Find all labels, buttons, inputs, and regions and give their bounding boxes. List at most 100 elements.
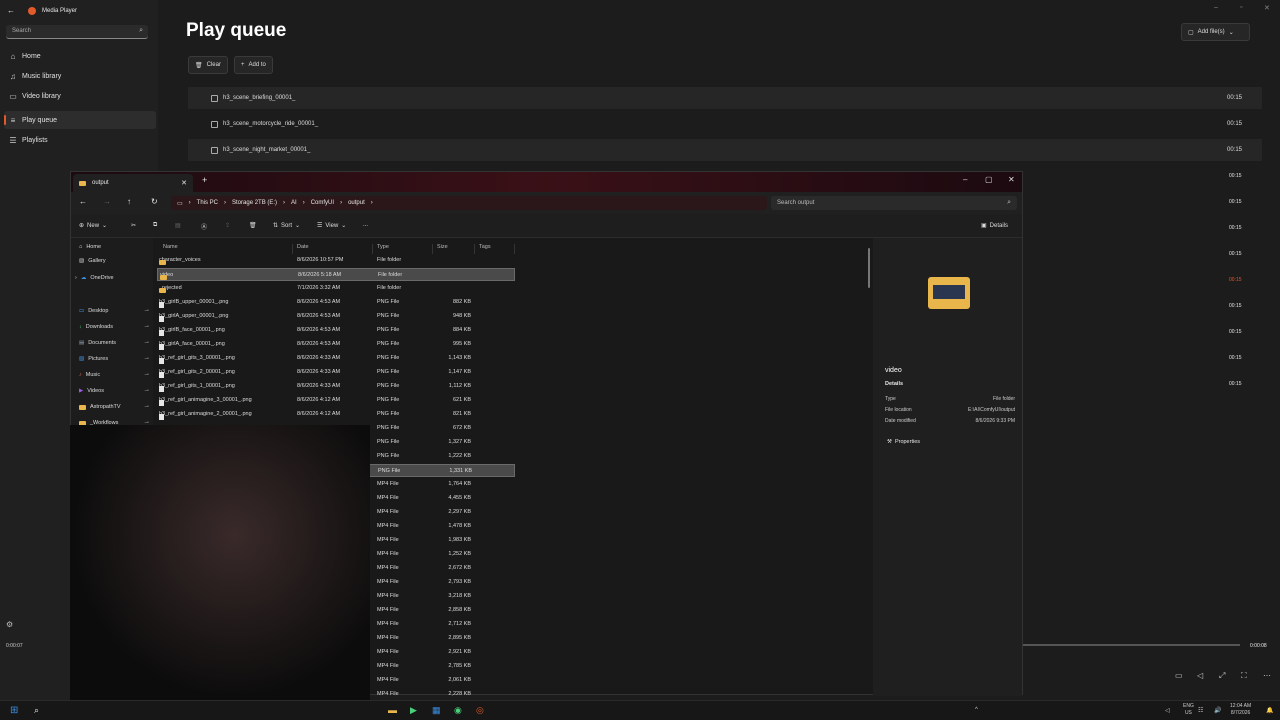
refresh-icon[interactable]: ↻ xyxy=(151,197,158,206)
details-button[interactable]: ▣ Details xyxy=(981,222,1008,230)
add-files-button[interactable]: ▢ Add file(s) ⌄ xyxy=(1181,23,1250,41)
speaker-icon[interactable]: 🔊 xyxy=(1214,707,1221,714)
file-icon xyxy=(159,372,164,378)
cast-icon[interactable]: ⤢ xyxy=(1219,671,1225,681)
file-row[interactable]: h3_girlA_upper_00001_.png 8/6/2026 4:53 A… xyxy=(157,310,515,323)
column-header-tags[interactable]: Tags xyxy=(475,244,515,254)
file-row[interactable]: h3_ref_girl_animagine_3_00001_.png 8/6/20… xyxy=(157,394,515,407)
file-explorer-icon[interactable]: ▬ xyxy=(388,705,397,715)
nav-video-library[interactable]: ▭ Video library xyxy=(4,87,156,105)
network-icon[interactable]: ☷ xyxy=(1198,707,1203,714)
app-icon[interactable]: ▦ xyxy=(432,705,441,716)
file-size: 1,147 KB xyxy=(448,369,471,375)
file-row[interactable]: h3_girlB_face_00001_.png 8/6/2026 4:53 AM… xyxy=(157,324,515,337)
fullscreen-icon[interactable]: ⛶ xyxy=(1241,671,1247,681)
volume-tray-icon[interactable]: ◁ xyxy=(1165,707,1170,714)
nav-videos[interactable]: ▶ Videos ⊸ xyxy=(79,388,149,394)
browser-icon[interactable]: ◉ xyxy=(454,705,462,716)
settings-icon[interactable]: ⚙ xyxy=(6,620,13,629)
checkbox[interactable] xyxy=(211,120,218,128)
breadcrumb[interactable]: ▭ › This PC › Storage 2TB (E:) › AI › ComfyU… xyxy=(171,196,767,210)
properties-button[interactable]: ⚒ Properties xyxy=(887,436,920,448)
file-row[interactable]: h3_girlB_upper_00001_.png 8/6/2026 4:53 A… xyxy=(157,296,515,309)
nav-home[interactable]: ⌂ Home xyxy=(4,47,156,65)
queue-row[interactable]: h3_scene_motorcycle_ride_00001_ 00:15 xyxy=(188,113,1262,135)
tab-output[interactable]: output ✕ xyxy=(73,174,193,192)
column-header-type[interactable]: Type xyxy=(373,244,433,254)
close-tab-icon[interactable]: ✕ xyxy=(181,179,187,187)
minimize-icon[interactable]: – xyxy=(1214,4,1218,11)
back-arrow-icon[interactable]: ← xyxy=(7,6,15,15)
crumb[interactable]: ComfyUI xyxy=(311,200,334,206)
copy-icon[interactable]: ⧉ xyxy=(153,222,157,229)
nav-home[interactable]: ⌂ Home xyxy=(79,244,149,250)
queue-row[interactable]: h3_scene_briefing_00001_ 00:15 xyxy=(188,87,1262,109)
file-row[interactable]: h3_ref_girl_gits_1_00001_.png 8/6/2026 4:… xyxy=(157,380,515,393)
rename-icon[interactable]: Ⓐ xyxy=(201,222,207,231)
scrollbar-thumb[interactable] xyxy=(868,248,870,288)
crumb[interactable]: AI xyxy=(291,200,297,206)
share-icon[interactable]: ⇪ xyxy=(225,222,230,229)
file-row[interactable]: h3_ref_girl_gits_2_00001_.png 8/6/2026 4:… xyxy=(157,366,515,379)
nav-music[interactable]: ♪ Music ⊸ xyxy=(79,372,149,378)
search-input[interactable]: Search output ⌕ xyxy=(771,196,1017,210)
clock[interactable]: 12:04 AM 8/7/2026 xyxy=(1230,703,1251,717)
column-header-date[interactable]: Date xyxy=(293,244,373,254)
language-indicator[interactable]: ENG US xyxy=(1183,703,1194,717)
paste-icon[interactable]: ▤ xyxy=(175,222,181,229)
nav-playlists[interactable]: ☰ Playlists xyxy=(4,131,156,149)
folder-row[interactable]: video 8/6/2026 5:18 AM File folder xyxy=(157,268,515,281)
nav-play-queue[interactable]: ≡ Play queue xyxy=(4,111,156,129)
tray-overflow-icon[interactable]: ^ xyxy=(975,707,978,713)
nav-pictures[interactable]: ▨ Pictures ⊸ xyxy=(79,356,149,362)
queue-row[interactable]: h3_scene_night_market_00001_ 00:15 xyxy=(188,139,1262,161)
column-header-name[interactable]: Name xyxy=(159,244,293,254)
clear-button[interactable]: 🗑 Clear xyxy=(188,56,228,74)
nav-desktop[interactable]: ▭ Desktop ⊸ xyxy=(79,308,149,314)
nav-downloads[interactable]: ↓ Downloads ⊸ xyxy=(79,324,149,330)
up-icon[interactable]: ↑ xyxy=(127,197,131,206)
more-options-icon[interactable]: ⋯ xyxy=(1263,671,1271,680)
nav-documents[interactable]: ▤ Documents ⊸ xyxy=(79,340,149,346)
crumb[interactable]: output xyxy=(348,200,365,206)
close-icon[interactable]: ✕ xyxy=(1008,175,1015,184)
nav-music-library[interactable]: ♫ Music library xyxy=(4,67,156,85)
notification-icon[interactable]: 🔔 xyxy=(1266,707,1273,714)
file-row[interactable]: h3_ref_girl_gits_3_00001_.png 8/6/2026 4:… xyxy=(157,352,515,365)
search-input[interactable]: Search ⌕ xyxy=(6,25,148,39)
crumb[interactable]: This PC xyxy=(197,200,218,206)
close-icon[interactable]: ✕ xyxy=(1264,4,1270,12)
more-icon[interactable]: ... xyxy=(363,222,368,228)
checkbox[interactable] xyxy=(211,94,218,102)
new-button[interactable]: ⊕ New ⌄ xyxy=(79,222,107,230)
nav-onedrive[interactable]: › ☁ OneDrive xyxy=(75,275,145,281)
add-to-button[interactable]: + Add to xyxy=(234,56,273,74)
maximize-icon[interactable]: ▫ xyxy=(1240,4,1242,11)
forward-icon[interactable]: → xyxy=(103,197,111,206)
column-header-size[interactable]: Size xyxy=(433,244,475,254)
cut-icon[interactable]: ✂ xyxy=(131,222,136,229)
nav-gallery[interactable]: ▧ Gallery xyxy=(79,258,149,264)
checkbox[interactable] xyxy=(211,146,218,154)
volume-icon[interactable]: ◁ xyxy=(1197,671,1203,680)
play-app-icon[interactable]: ▶ xyxy=(410,705,417,716)
seek-bar[interactable] xyxy=(1022,644,1240,646)
nav-astropathtv[interactable]: AstropathTV ⊸ xyxy=(79,404,149,410)
folder-row[interactable]: _rejected 7/1/2026 3:32 AM File folder xyxy=(157,282,515,295)
crumb[interactable]: Storage 2TB (E:) xyxy=(232,200,277,206)
start-icon[interactable]: ⊞ xyxy=(10,705,18,716)
minimize-icon[interactable]: – xyxy=(963,175,967,184)
new-tab-icon[interactable]: + xyxy=(202,175,207,185)
file-row[interactable]: h3_girlA_face_00001_.png 8/6/2026 4:53 AM… xyxy=(157,338,515,351)
sort-button[interactable]: ⇅ Sort ⌄ xyxy=(273,222,300,230)
folder-row[interactable]: character_voices 8/6/2026 10:57 PM File fo… xyxy=(157,254,515,267)
search-icon[interactable]: ⌕ xyxy=(139,27,143,35)
media-player-icon[interactable]: ◎ xyxy=(476,705,484,716)
view-button[interactable]: ☰ View ⌄ xyxy=(317,222,346,230)
mini-player-icon[interactable]: ▭ xyxy=(1175,671,1183,680)
file-row[interactable]: h3_ref_girl_animagine_2_00001_.png 8/6/20… xyxy=(157,408,515,421)
search-icon[interactable]: ⌕ xyxy=(34,705,39,716)
delete-icon[interactable]: 🗑 xyxy=(249,222,257,229)
back-icon[interactable]: ← xyxy=(79,197,87,206)
maximize-icon[interactable]: ▢ xyxy=(985,175,993,184)
